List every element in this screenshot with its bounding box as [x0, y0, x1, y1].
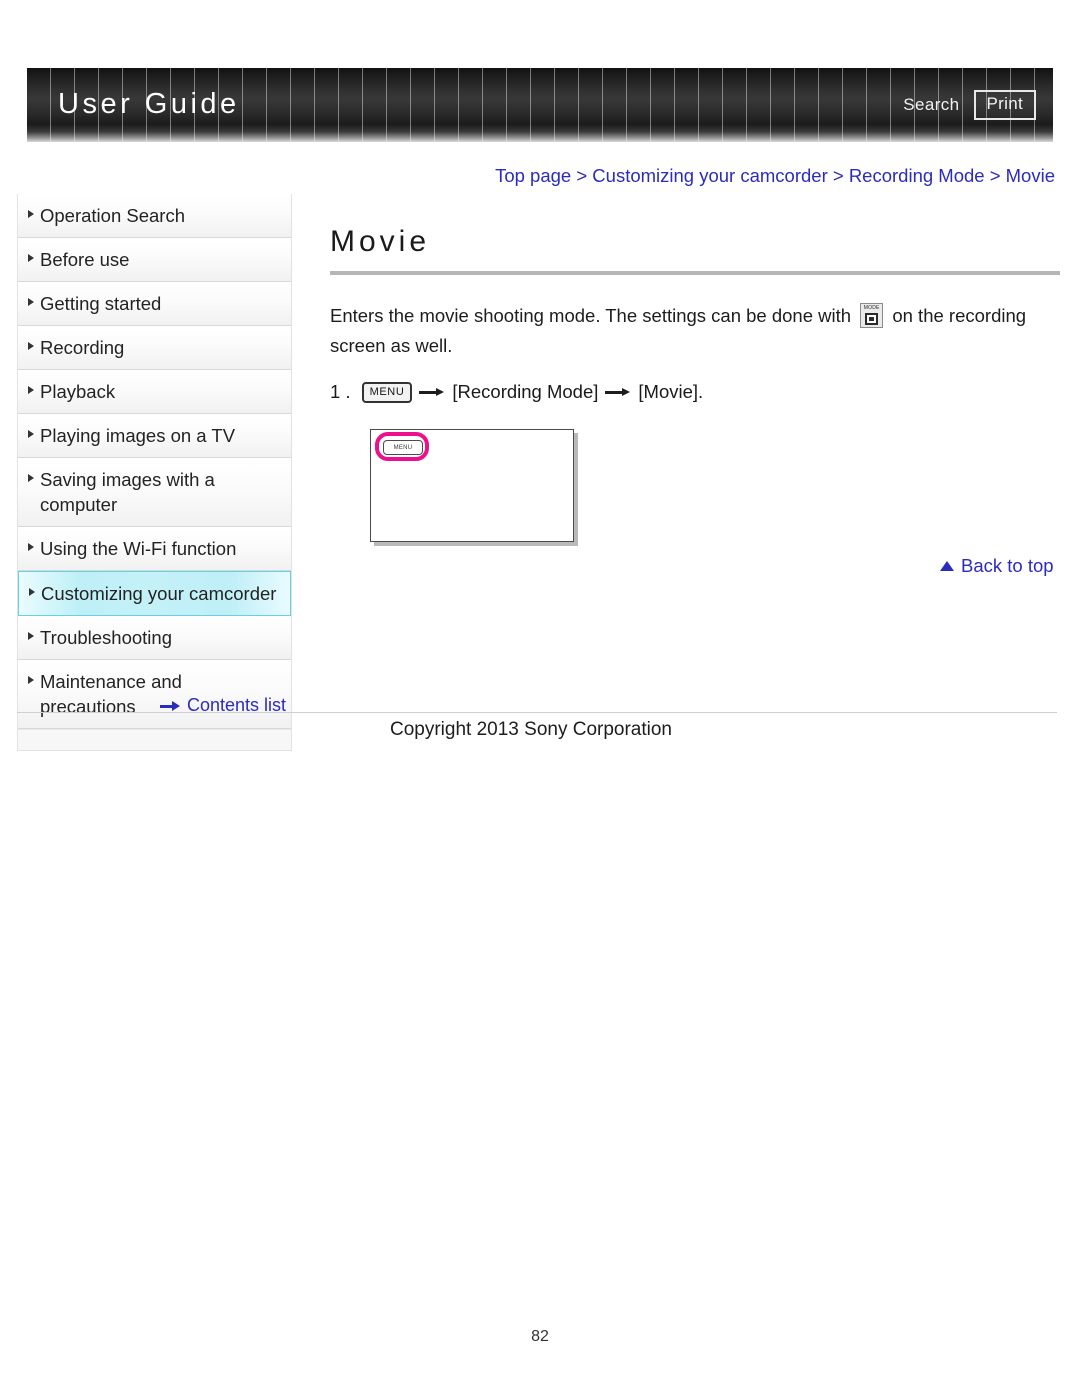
- triangle-right-icon: [28, 210, 34, 218]
- menu-icon: MENU: [361, 381, 413, 403]
- mode-icon-film-glyph: [865, 313, 879, 325]
- sidebar-item-label: Operation Search: [40, 205, 186, 226]
- footer-divider: [17, 712, 1057, 713]
- page-title: Movie: [330, 225, 431, 258]
- page-logo-title: User Guide: [58, 88, 240, 120]
- header-banner: User Guide Search Print: [27, 68, 1053, 142]
- sidebar-item-label: Customizing your camcorder: [41, 583, 277, 604]
- copyright-text: Copyright 2013 Sony Corporation: [390, 719, 673, 740]
- triangle-right-icon: [28, 676, 34, 684]
- sidebar-item-label: Troubleshooting: [40, 627, 172, 648]
- title-divider: [330, 271, 1060, 275]
- sidebar-footer-spacer: [18, 729, 291, 750]
- sidebar-item-label: Before use: [40, 249, 130, 270]
- sidebar-item-saving-images-with-a-computer[interactable]: Saving images with a computer: [18, 458, 291, 527]
- triangle-right-icon: [28, 254, 34, 262]
- triangle-right-icon: [28, 386, 34, 394]
- sidebar-item-label: Using the Wi-Fi function: [40, 538, 237, 559]
- sidebar-item-playing-images-on-a-tv[interactable]: Playing images on a TV: [18, 414, 291, 458]
- highlight-callout: [375, 432, 429, 461]
- camcorder-screen-illustration: MENU: [370, 429, 578, 546]
- back-to-top-link[interactable]: Back to top: [940, 555, 1054, 577]
- sidebar-item-label: Playback: [40, 381, 116, 402]
- mode-icon-label: MODE: [863, 305, 880, 311]
- arrow-right-icon: [605, 386, 631, 398]
- sidebar-item-customizing-your-camcorder[interactable]: Customizing your camcorder: [18, 571, 291, 616]
- sidebar-item-troubleshooting[interactable]: Troubleshooting: [18, 616, 291, 660]
- sidebar-item-label: Getting started: [40, 293, 162, 314]
- sidebar-item-label: Saving images with a computer: [40, 469, 215, 515]
- main-content: Movie Enters the movie shooting mode. Th…: [330, 225, 1060, 546]
- sidebar-item-playback[interactable]: Playback: [18, 370, 291, 414]
- triangle-right-icon: [28, 474, 34, 482]
- triangle-right-icon: [28, 298, 34, 306]
- back-to-top-label: Back to top: [961, 555, 1054, 576]
- sidebar-item-label: Recording: [40, 337, 125, 358]
- sidebar-item-before-use[interactable]: Before use: [18, 238, 291, 282]
- triangle-right-icon: [28, 632, 34, 640]
- breadcrumb[interactable]: Top page > Customizing your camcorder > …: [455, 165, 1055, 187]
- step-1: 1 . MENU [Recording Mode] [Movie].: [330, 377, 1060, 407]
- sidebar-item-operation-search[interactable]: Operation Search: [18, 194, 291, 238]
- page-number: 82: [531, 1328, 549, 1345]
- search-link[interactable]: Search: [903, 95, 959, 115]
- triangle-right-icon: [28, 543, 34, 551]
- step-number: 1 .: [330, 381, 351, 402]
- header-toolbar: Search Print: [903, 90, 1036, 120]
- sidebar-item-getting-started[interactable]: Getting started: [18, 282, 291, 326]
- step-target-movie: [Movie].: [638, 381, 704, 402]
- mode-icon: MODE: [860, 303, 884, 328]
- sidebar-navigation: Operation Search Before use Getting star…: [17, 194, 292, 751]
- arrow-right-icon: [160, 700, 180, 711]
- intro-paragraph: Enters the movie shooting mode. The sett…: [330, 301, 1060, 361]
- triangle-right-icon: [28, 430, 34, 438]
- intro-text-part1: Enters the movie shooting mode. The sett…: [330, 305, 852, 326]
- triangle-right-icon: [28, 342, 34, 350]
- triangle-right-icon: [29, 588, 35, 596]
- sidebar-item-using-the-wifi-function[interactable]: Using the Wi-Fi function: [18, 527, 291, 571]
- print-button[interactable]: Print: [973, 90, 1036, 120]
- arrow-right-icon: [419, 386, 445, 398]
- sidebar-item-label: Playing images on a TV: [40, 425, 236, 446]
- triangle-up-icon: [940, 561, 954, 571]
- sidebar-item-recording[interactable]: Recording: [18, 326, 291, 370]
- step-target-recording-mode: [Recording Mode]: [452, 381, 599, 402]
